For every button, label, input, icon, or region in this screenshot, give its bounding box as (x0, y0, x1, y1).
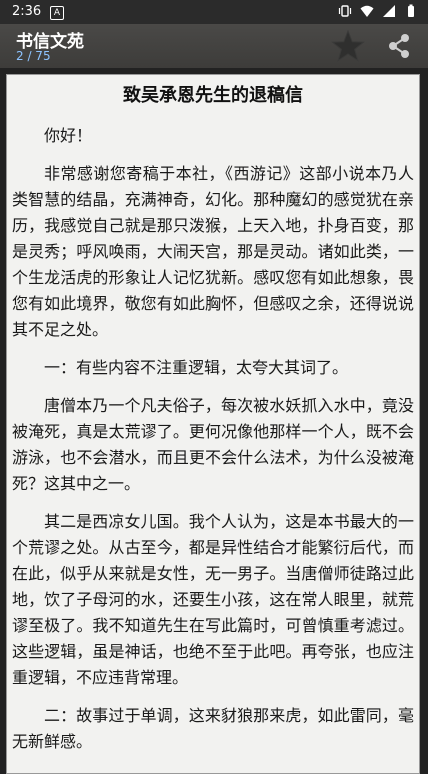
wifi-icon (360, 5, 374, 17)
letter-greeting: 你好！ (44, 126, 93, 145)
app-bar: 书信文苑 2 / 75 (0, 24, 428, 68)
letter-paragraph: 唐僧本乃一个凡夫俗子，每次被水妖抓入水中，竟没被淹死，真是太荒谬了。更何况像他那… (12, 396, 414, 493)
page-indicator: 2 / 75 (16, 49, 51, 63)
letter-paragraph: 一：有些内容不注重逻辑，太夸大其词了。 (44, 358, 349, 377)
notification-icon: A (50, 6, 64, 20)
letter-paragraph: 非常感谢您寄稿于本社，《西游记》这部小说本乃人类智慧的结晶，充满神奇，幻化。那种… (12, 164, 414, 339)
letter-paragraph: 其二是西凉女儿国。我个人认为，这是本书最大的一个荒谬之处。从古至今，都是异性结合… (12, 512, 414, 687)
status-bar: 2:36 A (0, 0, 428, 24)
battery-icon (408, 4, 414, 17)
status-time: 2:36 (12, 4, 42, 19)
letter-title: 致吴承恩先生的退稿信 (123, 85, 303, 106)
vibrate-icon (338, 5, 352, 17)
signal-icon (383, 5, 395, 17)
letter-page: 致吴承恩先生的退稿信 你好！ 非常感谢您寄稿于本社，《西游记》这部小说本乃人类智… (6, 74, 420, 774)
letter-paragraph: 二：故事过于单调，这来豺狼那来虎，如此雷同，毫无新鲜感。 (12, 706, 414, 751)
share-icon[interactable] (386, 33, 412, 59)
star-icon[interactable] (331, 29, 365, 63)
status-icons (338, 4, 418, 18)
